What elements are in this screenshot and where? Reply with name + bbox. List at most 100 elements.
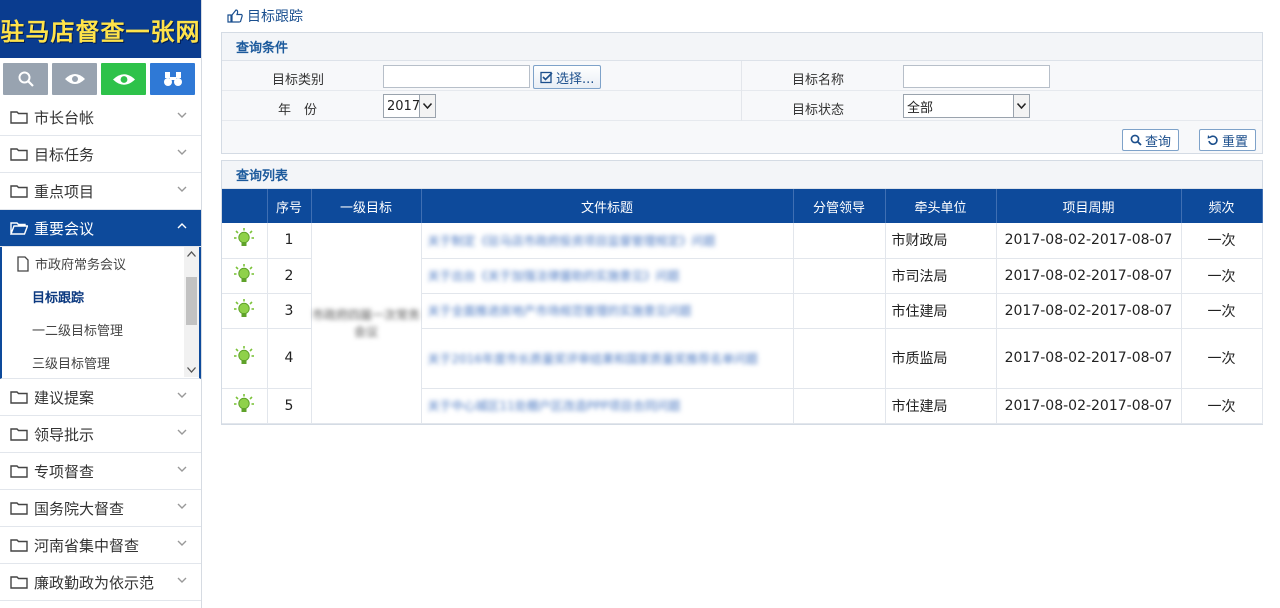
column-header-frequency[interactable]: 频次 (1181, 189, 1263, 223)
folder-icon (10, 502, 28, 515)
sidebar-item-integrity-demo[interactable]: 廉政勤政为依示范 (0, 564, 201, 601)
bulb-cell (222, 328, 268, 389)
lightbulb-icon[interactable] (233, 298, 255, 320)
column-header-goal[interactable]: 一级目标 (311, 189, 422, 223)
period-cell: 2017-08-02-2017-08-07 (996, 223, 1182, 259)
main-content: 目标跟踪 查询条件 目标类别 选择... 目标名称 年 份 2017 目标状态 … (221, 0, 1263, 425)
breadcrumb-label: 目标跟踪 (247, 9, 303, 25)
search-icon[interactable] (3, 63, 48, 95)
search-button[interactable]: 查询 (1122, 129, 1180, 151)
sidebar-item-special-inspection[interactable]: 专项督查 (0, 453, 201, 490)
lightbulb-icon[interactable] (233, 345, 255, 367)
year-select[interactable]: 2017 (383, 94, 436, 118)
search-button-label: 查询 (1145, 134, 1172, 150)
period-cell: 2017-08-02-2017-08-07 (996, 388, 1182, 424)
title-link[interactable]: 关于制定《驻马店市政府投资项目监督管理规定》问题 (428, 234, 716, 248)
query-form: 目标类别 选择... 目标名称 年 份 2017 目标状态 全部 查询 重置 (222, 61, 1262, 153)
leader-cell (793, 293, 886, 329)
sidebar-item-mayor-ledger[interactable]: 市长台帐 (0, 99, 201, 136)
lightbulb-icon[interactable] (233, 227, 255, 249)
sidebar-item-goal-tasks[interactable]: 目标任务 (0, 136, 201, 173)
row-number: 2 (267, 258, 312, 294)
folder-icon (10, 465, 28, 478)
sidebar-item-key-projects[interactable]: 重点项目 (0, 173, 201, 210)
title-cell[interactable]: 关于2016年度市长质量奖评审结果和国家质量奖推荐名单问题 (421, 328, 794, 389)
chevron-down-icon (1013, 95, 1029, 117)
name-label: 目标名称 (792, 73, 845, 88)
title-link[interactable]: 关于出台《关于加强法律援助的实施意见》问题 (428, 269, 680, 283)
row-number: 5 (267, 388, 312, 424)
folder-icon (10, 148, 28, 161)
scroll-up-icon[interactable] (187, 251, 196, 257)
column-header-no[interactable]: 序号 (267, 189, 312, 223)
sidebar: 驻马店督查一张网 市长台帐 目标任务 重点项目 重要会议 市政府常务会议 目标跟… (0, 0, 202, 608)
sub-item-executive-meeting[interactable]: 市政府常务会议 (2, 247, 199, 280)
chevron-down-icon (177, 112, 187, 118)
scrollbar-thumb[interactable] (186, 277, 197, 325)
breadcrumb: 目标跟踪 (221, 0, 1263, 32)
leader-cell (793, 328, 886, 389)
title-link[interactable]: 关于全面推进房地产市场规范管理的实施意见问题 (428, 304, 692, 318)
category-input[interactable] (383, 65, 530, 88)
sub-item-level12-goals[interactable]: 一二级目标管理 (2, 313, 199, 346)
choose-button-label: 选择... (556, 71, 595, 87)
sub-item-label: 三级目标管理 (32, 357, 111, 372)
column-header-unit[interactable]: 牵头单位 (885, 189, 997, 223)
lightbulb-icon[interactable] (233, 393, 255, 415)
title-cell[interactable]: 关于出台《关于加强法律援助的实施意见》问题 (421, 258, 794, 294)
title-cell[interactable]: 关于制定《驻马店市政府投资项目监督管理规定》问题 (421, 223, 794, 259)
year-select-value: 2017 (387, 98, 421, 114)
reset-button[interactable]: 重置 (1199, 129, 1257, 151)
goal-text: 市政府四届一次常务会议 (311, 307, 420, 339)
bulb-cell (222, 388, 268, 424)
sidebar-item-label: 国务院大督查 (34, 499, 125, 518)
folder-icon (10, 391, 28, 404)
column-header-leader[interactable]: 分管领导 (793, 189, 886, 223)
column-header-title[interactable]: 文件标题 (421, 189, 794, 223)
binoculars-icon[interactable] (150, 63, 195, 95)
sidebar-item-label: 专项督查 (34, 462, 95, 481)
pointing-hand-icon (227, 9, 243, 23)
document-icon (17, 255, 29, 272)
frequency-cell: 一次 (1181, 293, 1263, 329)
submenu-scrollbar[interactable] (184, 247, 199, 377)
lightbulb-icon[interactable] (233, 263, 255, 285)
title-cell[interactable]: 关于中心城区11处棚户区改造PPP项目合同问题 (421, 388, 794, 424)
column-divider (741, 61, 742, 121)
table-row[interactable]: 1 市政府四届一次常务会议 关于制定《驻马店市政府投资项目监督管理规定》问题 市… (222, 223, 1263, 424)
name-input[interactable] (903, 65, 1050, 88)
query-row-1: 目标类别 选择... 目标名称 (222, 61, 1262, 91)
choose-button[interactable]: 选择... (533, 65, 602, 89)
period-cell: 2017-08-02-2017-08-07 (996, 328, 1182, 389)
chevron-down-icon (177, 466, 187, 472)
query-row-2: 年 份 2017 目标状态 全部 (222, 91, 1262, 121)
frequency-cell: 一次 (1181, 223, 1263, 259)
unit-cell: 市司法局 (885, 258, 997, 294)
chevron-down-icon (177, 540, 187, 546)
title-cell[interactable]: 关于全面推进房地产市场规范管理的实施意见问题 (421, 293, 794, 329)
sub-item-level3-goals[interactable]: 三级目标管理 (2, 346, 199, 379)
sidebar-item-label: 重要会议 (34, 219, 95, 238)
eye-icon[interactable] (101, 63, 146, 95)
sidebar-item-henan-inspection[interactable]: 河南省集中督查 (0, 527, 201, 564)
period-cell: 2017-08-02-2017-08-07 (996, 258, 1182, 294)
status-select-value: 全部 (907, 100, 934, 116)
frequency-cell: 一次 (1181, 258, 1263, 294)
sidebar-item-state-council-inspection[interactable]: 国务院大督查 (0, 490, 201, 527)
title-link[interactable]: 关于中心城区11处棚户区改造PPP项目合同问题 (428, 399, 681, 413)
folder-icon (10, 428, 28, 441)
folder-icon (10, 539, 28, 552)
status-select[interactable]: 全部 (903, 94, 1030, 118)
sidebar-item-important-meetings[interactable]: 重要会议 (0, 210, 201, 247)
sub-item-label: 市政府常务会议 (35, 258, 127, 273)
list-panel: 查询列表 序号 一级目标 文件标题 分管领导 牵头单位 项目周期 频次 1 市政… (221, 160, 1263, 425)
frequency-cell: 一次 (1181, 388, 1263, 424)
sidebar-item-proposals[interactable]: 建议提案 (0, 379, 201, 416)
scroll-down-icon[interactable] (187, 367, 196, 373)
sidebar-item-leader-instructions[interactable]: 领导批示 (0, 416, 201, 453)
bulb-cell (222, 223, 268, 259)
column-header-period[interactable]: 项目周期 (996, 189, 1182, 223)
eye-outline-icon[interactable] (52, 63, 97, 95)
sub-item-goal-tracking[interactable]: 目标跟踪 (2, 280, 199, 313)
title-link[interactable]: 关于2016年度市长质量奖评审结果和国家质量奖推荐名单问题 (428, 352, 759, 366)
